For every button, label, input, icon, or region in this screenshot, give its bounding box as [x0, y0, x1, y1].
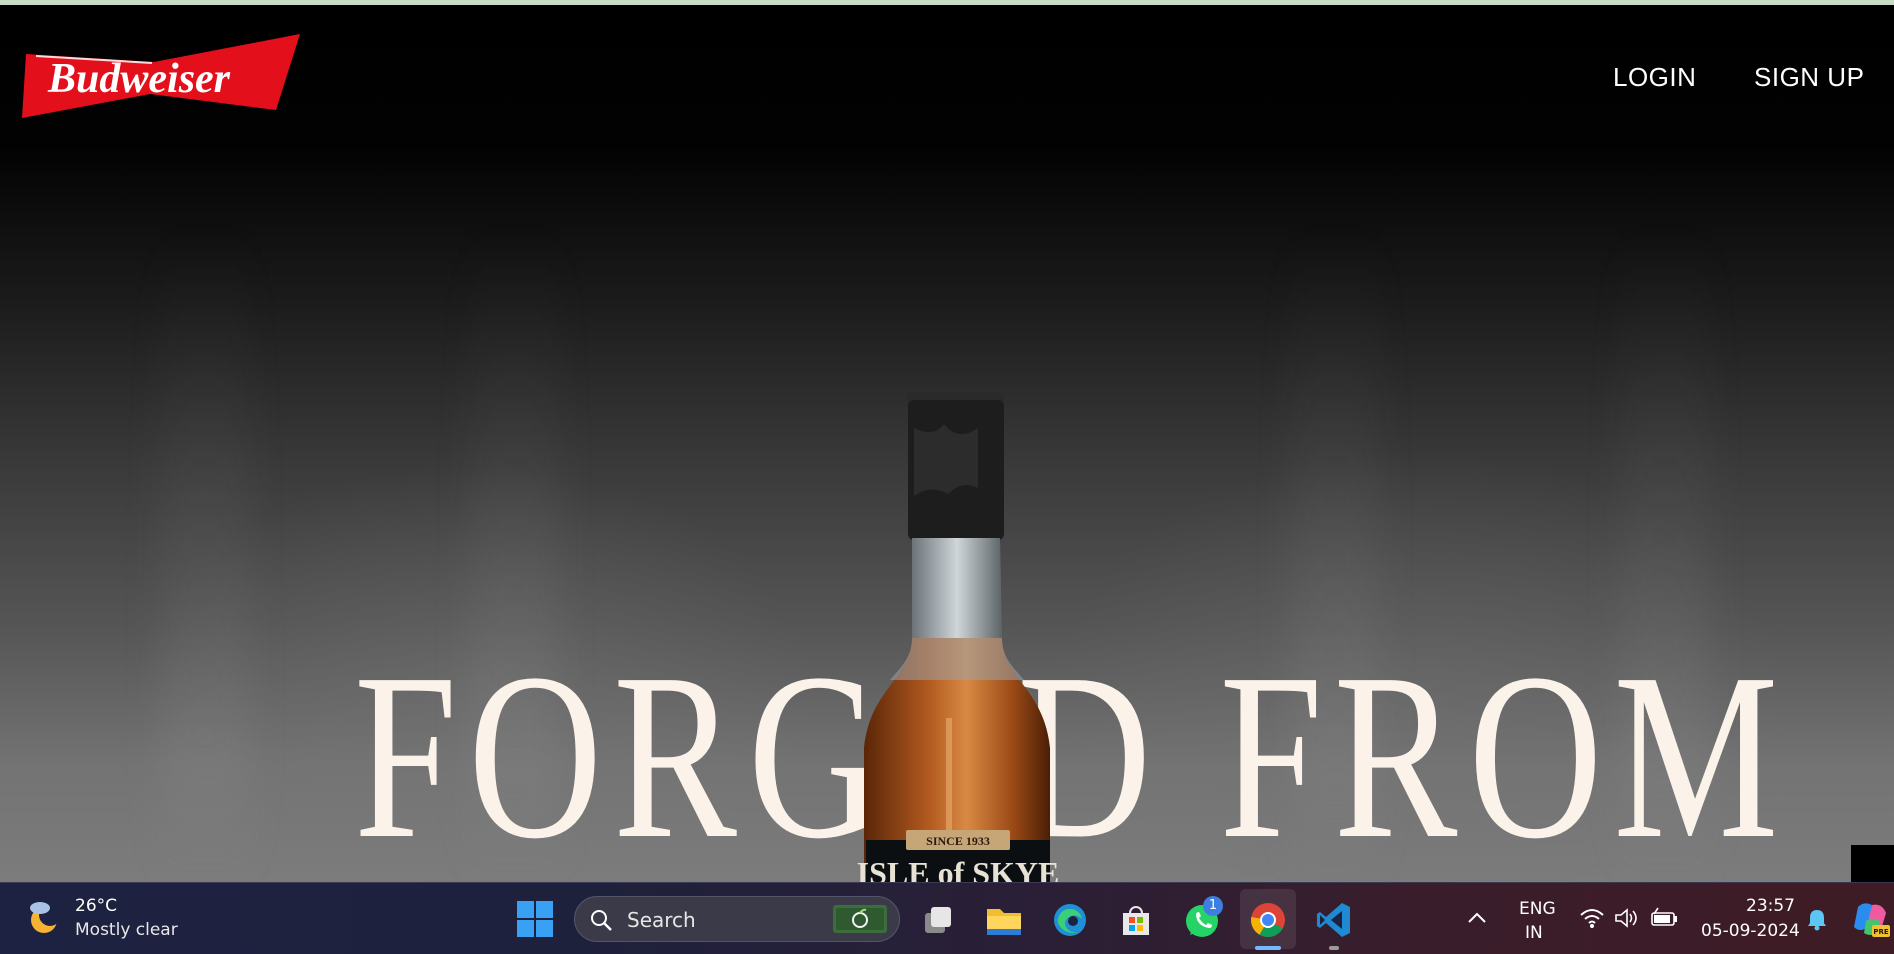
scroll-to-top-button[interactable]	[1851, 845, 1894, 882]
chrome-active-indicator	[1255, 946, 1281, 950]
wifi-icon[interactable]	[1579, 907, 1605, 929]
weather-condition[interactable]: Mostly clear	[75, 920, 178, 940]
vscode-running-indicator	[1329, 946, 1339, 950]
clock-date[interactable]: 05-09-2024	[1701, 921, 1800, 941]
budweiser-logo[interactable]: Budweiser	[22, 30, 304, 124]
volume-icon[interactable]	[1614, 907, 1640, 929]
windows-taskbar: 26°C Mostly clear Search 1 ENG IN 23:57 …	[0, 882, 1894, 954]
search-placeholder: Search	[627, 908, 696, 932]
folder-icon[interactable]	[983, 899, 1025, 941]
moon-cloud-icon[interactable]	[26, 898, 66, 938]
task-view-icon[interactable]	[917, 899, 959, 941]
store-icon[interactable]	[1115, 899, 1157, 941]
screen: Budweiser LOGIN SIGN UP FORGED FROM SINC…	[0, 0, 1894, 954]
edge-icon[interactable]	[1049, 899, 1091, 941]
search-highlight-icon	[833, 905, 887, 933]
vscode-icon[interactable]	[1313, 899, 1355, 941]
svg-text:PRE: PRE	[1873, 928, 1889, 936]
search-icon	[591, 910, 612, 931]
copilot-icon[interactable]: PRE	[1852, 899, 1890, 939]
smoke-decoration	[160, 225, 250, 882]
notification-bell-icon[interactable]	[1806, 907, 1828, 931]
windows-start-icon[interactable]	[516, 900, 554, 938]
whisky-bottle-image: SINCE 1933 ISLE of SKYE	[857, 392, 1060, 882]
chevron-up-icon[interactable]	[1466, 909, 1488, 927]
logo-wordmark: Budweiser	[47, 56, 231, 102]
login-link[interactable]: LOGIN	[1613, 62, 1696, 93]
bottle-label-top: SINCE 1933	[926, 834, 990, 848]
taskbar-search-box[interactable]: Search	[574, 896, 900, 942]
battery-icon[interactable]	[1649, 906, 1679, 930]
signup-link[interactable]: SIGN UP	[1754, 62, 1864, 93]
clock-time[interactable]: 23:57	[1746, 896, 1795, 916]
weather-temperature[interactable]: 26°C	[75, 896, 117, 916]
language-region: IN	[1525, 923, 1543, 943]
whatsapp-notification-badge: 1	[1203, 896, 1223, 916]
hero-section: Budweiser LOGIN SIGN UP FORGED FROM SINC…	[0, 5, 1894, 882]
chrome-icon[interactable]	[1247, 899, 1289, 941]
language-code: ENG	[1519, 899, 1556, 919]
bottle-label-main: ISLE of SKYE	[857, 855, 1060, 882]
